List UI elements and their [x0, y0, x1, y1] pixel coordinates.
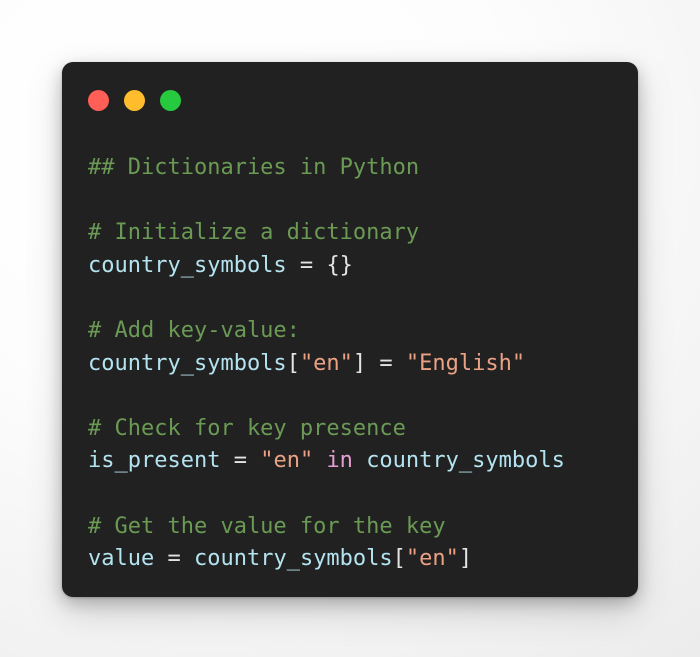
code-token-punct: [	[286, 350, 300, 376]
code-token-comment: # Get the value for the key	[88, 513, 446, 539]
code-token-comment: # Check for key presence	[88, 415, 406, 441]
code-token-punct: =	[154, 546, 194, 572]
code-token-var: country_symbols	[366, 448, 565, 474]
code-token-comment: # Initialize a dictionary	[88, 220, 420, 246]
code-token-punct: {}	[326, 252, 353, 278]
code-token-string: "en"	[299, 350, 353, 376]
code-line: is_present = "en" in country_symbols	[88, 445, 628, 478]
code-token-var: value	[88, 546, 155, 572]
code-token-comment: ## Dictionaries in Python	[88, 155, 420, 180]
code-token-var: is_present	[88, 448, 221, 474]
code-token-kw: in	[326, 448, 353, 474]
code-token-punct: ]	[352, 350, 367, 376]
maximize-button-icon[interactable]	[160, 89, 181, 111]
code-line: ## Dictionaries in Python	[88, 152, 628, 185]
code-line: country_symbols["en"] = "English"	[88, 348, 628, 381]
code-line: # Check for key presence	[88, 413, 628, 446]
code-token-punct: =	[286, 252, 327, 278]
code-token-punct: [	[392, 546, 406, 572]
code-token-string: "en"	[260, 448, 314, 474]
code-line: # Get the value for the key	[88, 511, 628, 544]
minimize-button-icon[interactable]	[124, 89, 145, 111]
code-block[interactable]: ## Dictionaries in Python # Initialize a…	[88, 152, 628, 576]
code-token-var: country_symbols	[88, 350, 287, 376]
code-token-var: country_symbols	[88, 252, 287, 278]
code-line: country_symbols = {}	[88, 250, 628, 283]
code-token-punct	[353, 448, 366, 473]
window-titlebar	[62, 62, 638, 138]
code-token-var: country_symbols	[193, 546, 393, 572]
code-line: # Add key-value:	[88, 315, 628, 348]
code-token-punct: =	[366, 350, 406, 376]
code-token-punct: =	[220, 448, 261, 474]
code-token-punct	[313, 448, 326, 473]
code-line: value = country_symbols["en"]	[88, 543, 628, 576]
code-token-string: "en"	[405, 546, 459, 572]
code-token-punct: ]	[458, 546, 473, 572]
close-button-icon[interactable]	[88, 89, 109, 111]
code-token-string: "English"	[405, 350, 526, 376]
code-token-comment: # Add key-value:	[88, 317, 300, 343]
code-line: # Initialize a dictionary	[88, 217, 628, 250]
screenshot-root: ## Dictionaries in Python # Initialize a…	[0, 0, 700, 657]
code-snippet-window: ## Dictionaries in Python # Initialize a…	[62, 62, 638, 597]
